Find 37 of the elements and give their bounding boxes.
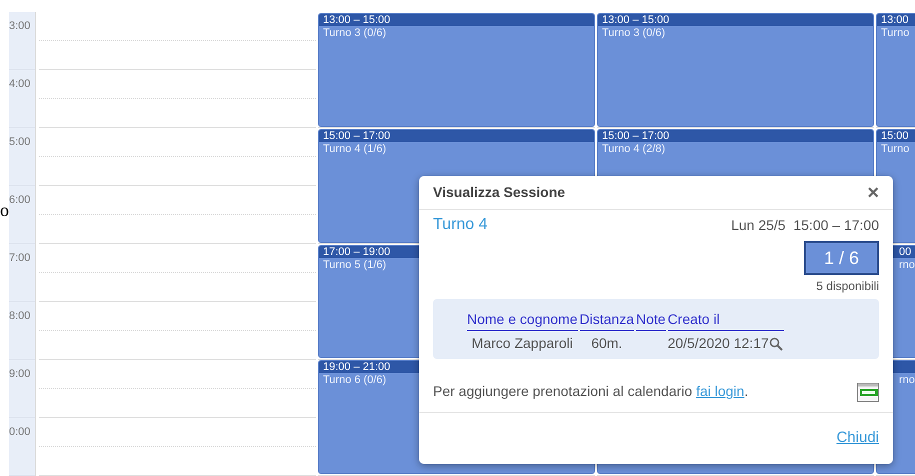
event-title: Turno 6 (0/6) [323, 373, 386, 388]
event-title: rno [899, 258, 915, 272]
time-label: 8:00 [9, 310, 32, 323]
event-title: Turno 3 (0/6) [602, 26, 666, 40]
event-time: 19:00 – 21:00 [323, 361, 390, 374]
event-time: 15:00 – 17:00 [602, 130, 670, 142]
event-title: Turno [881, 142, 910, 156]
time-label: 0:00 [9, 426, 32, 439]
event-title: Turno [881, 26, 910, 40]
table-cell-text: 20/5/2020 12:17 [668, 334, 769, 353]
time-label: 9:00 [9, 368, 32, 381]
time-label: 3:00 [9, 20, 32, 33]
event-time: 13:00 – 15:00 [323, 14, 390, 26]
time-label: 4:00 [9, 78, 32, 91]
event-title: Turno 5 (1/6) [323, 258, 386, 272]
booking-count: 1 / 6 [804, 241, 879, 275]
event-time: 00 [899, 246, 912, 258]
event-time: 17:00 – 19:00 [323, 246, 390, 258]
event-time: 15:00 [881, 130, 909, 142]
stray-text: o [0, 199, 9, 222]
event-time: 13:00 – 15:00 [602, 14, 670, 26]
available-count: 5 disponibili [816, 278, 879, 295]
table-cell: 60m. [591, 335, 622, 351]
login-notice: Per aggiungere prenotazioni al calendario fai login. [433, 382, 748, 401]
event-title: Turno 3 (0/6) [323, 26, 386, 40]
event-time: 13:00 [881, 14, 909, 26]
time-label: 7:00 [9, 252, 32, 265]
event-time: 15:00 – 17:00 [323, 130, 390, 142]
dialog-title: Visualizza Sessione [433, 183, 566, 202]
event-title: Turno 4 (2/8) [602, 142, 666, 156]
session-name: Turno 4 [433, 215, 488, 235]
event-title: Turno 4 (1/6) [323, 142, 386, 156]
time-label: 6:00 [9, 194, 32, 207]
time-label: 5:00 [9, 136, 32, 149]
table-cell: Marco Zapparoli [472, 335, 573, 351]
session-date: Lun 25/5 15:00 – 17:00 [731, 216, 879, 234]
event-title: rno [899, 373, 915, 388]
